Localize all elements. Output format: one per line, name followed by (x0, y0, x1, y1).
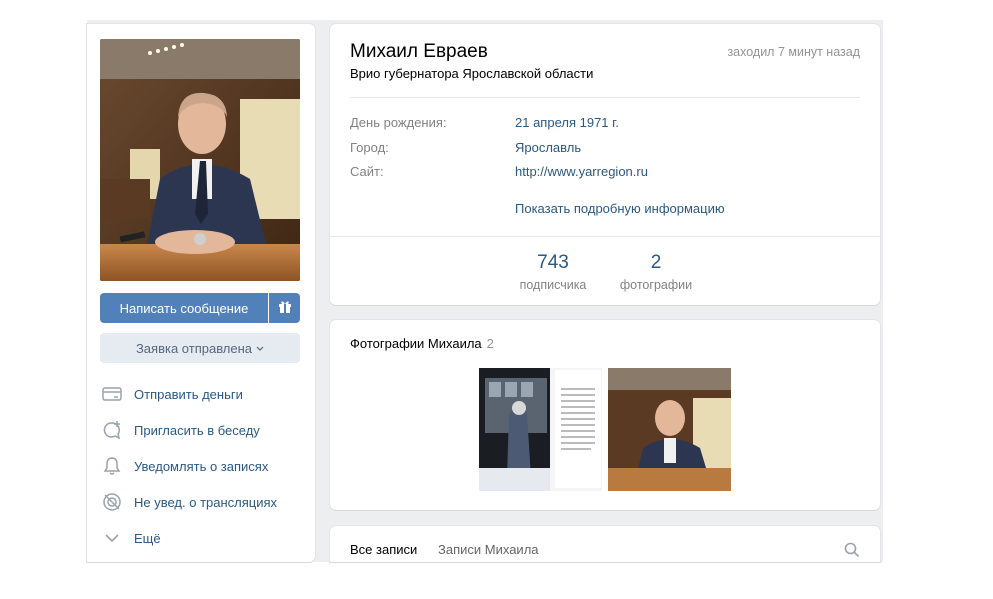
info-value[interactable]: Ярославль (515, 140, 581, 160)
photos-title: Фотографии Михаила (350, 336, 482, 351)
chevron-down-icon (256, 343, 264, 354)
profile-status: Врио губернатора Ярославской области (350, 66, 594, 81)
photos-count: 2 (486, 336, 494, 351)
info-row-city: Город: Ярославль (350, 140, 860, 160)
action-label: Ещё (134, 530, 161, 546)
action-invite-chat[interactable]: Пригласить в беседу (100, 412, 300, 448)
counter-caption: фотографии (619, 278, 693, 292)
tab-all-posts[interactable]: Все записи (350, 542, 417, 557)
action-label: Пригласить в беседу (134, 422, 260, 438)
bell-icon (100, 454, 124, 478)
info-key: Город: (350, 140, 389, 155)
counter-number: 2 (650, 252, 662, 273)
action-label: Отправить деньги (134, 386, 243, 402)
action-more[interactable]: Ещё (100, 520, 300, 556)
photos-header[interactable]: Фотографии Михаила 2 (350, 336, 494, 351)
action-broadcast-off[interactable]: Не увед. о трансляциях (100, 484, 300, 520)
broadcast-off-icon (100, 490, 124, 514)
info-row-birthday: День рождения: 21 апреля 1971 г. (350, 115, 860, 135)
info-key: День рождения: (350, 115, 447, 130)
info-value[interactable]: 21 апреля 1971 г. (515, 115, 619, 135)
photos-card: Фотографии Михаила 2 (330, 320, 880, 510)
gift-icon (278, 300, 292, 317)
info-row-site: Сайт: http://www.yarregion.ru (350, 164, 860, 184)
counter-number: 743 (537, 252, 569, 273)
tab-owner-posts[interactable]: Записи Михаила (438, 542, 539, 557)
show-more-info-link[interactable]: Показать подробную информацию (515, 201, 725, 216)
divider (330, 236, 880, 237)
card-icon (100, 382, 124, 406)
counter-followers[interactable]: 743 подписчика (516, 252, 590, 292)
profile-actions: Отправить деньги Пригласить в беседу Уве… (100, 376, 300, 556)
write-message-button[interactable]: Написать сообщение (100, 293, 268, 323)
profile-name: Михаил Евраев (350, 41, 488, 62)
search-icon[interactable] (844, 542, 860, 558)
send-gift-button[interactable] (269, 293, 300, 323)
counter-caption: подписчика (519, 278, 587, 292)
photo-thumbnail[interactable] (608, 368, 731, 491)
profile-info-card: Михаил Евраев Врио губернатора Ярославск… (330, 24, 880, 305)
last-seen: заходил 7 минут назад (727, 45, 860, 59)
divider (350, 97, 860, 98)
info-value[interactable]: http://www.yarregion.ru (515, 164, 648, 184)
chat-add-icon (100, 418, 124, 442)
action-send-money[interactable]: Отправить деньги (100, 376, 300, 412)
action-label: Не увед. о трансляциях (134, 494, 278, 510)
friend-request-label: Заявка отправлена (135, 340, 253, 356)
profile-avatar[interactable] (100, 39, 300, 281)
photo-thumbnail[interactable] (479, 368, 602, 491)
action-notify-posts[interactable]: Уведомлять о записях (100, 448, 300, 484)
profile-sidebar: Написать сообщение Заявка отправлена Отп… (87, 24, 315, 562)
chevron-down-icon (100, 526, 124, 550)
wall-card: Все записи Записи Михаила (330, 526, 880, 562)
counter-photos[interactable]: 2 фотографии (617, 252, 695, 292)
info-key: Сайт: (350, 164, 384, 179)
action-label: Уведомлять о записях (134, 458, 269, 474)
friend-request-button[interactable]: Заявка отправлена (100, 333, 300, 363)
